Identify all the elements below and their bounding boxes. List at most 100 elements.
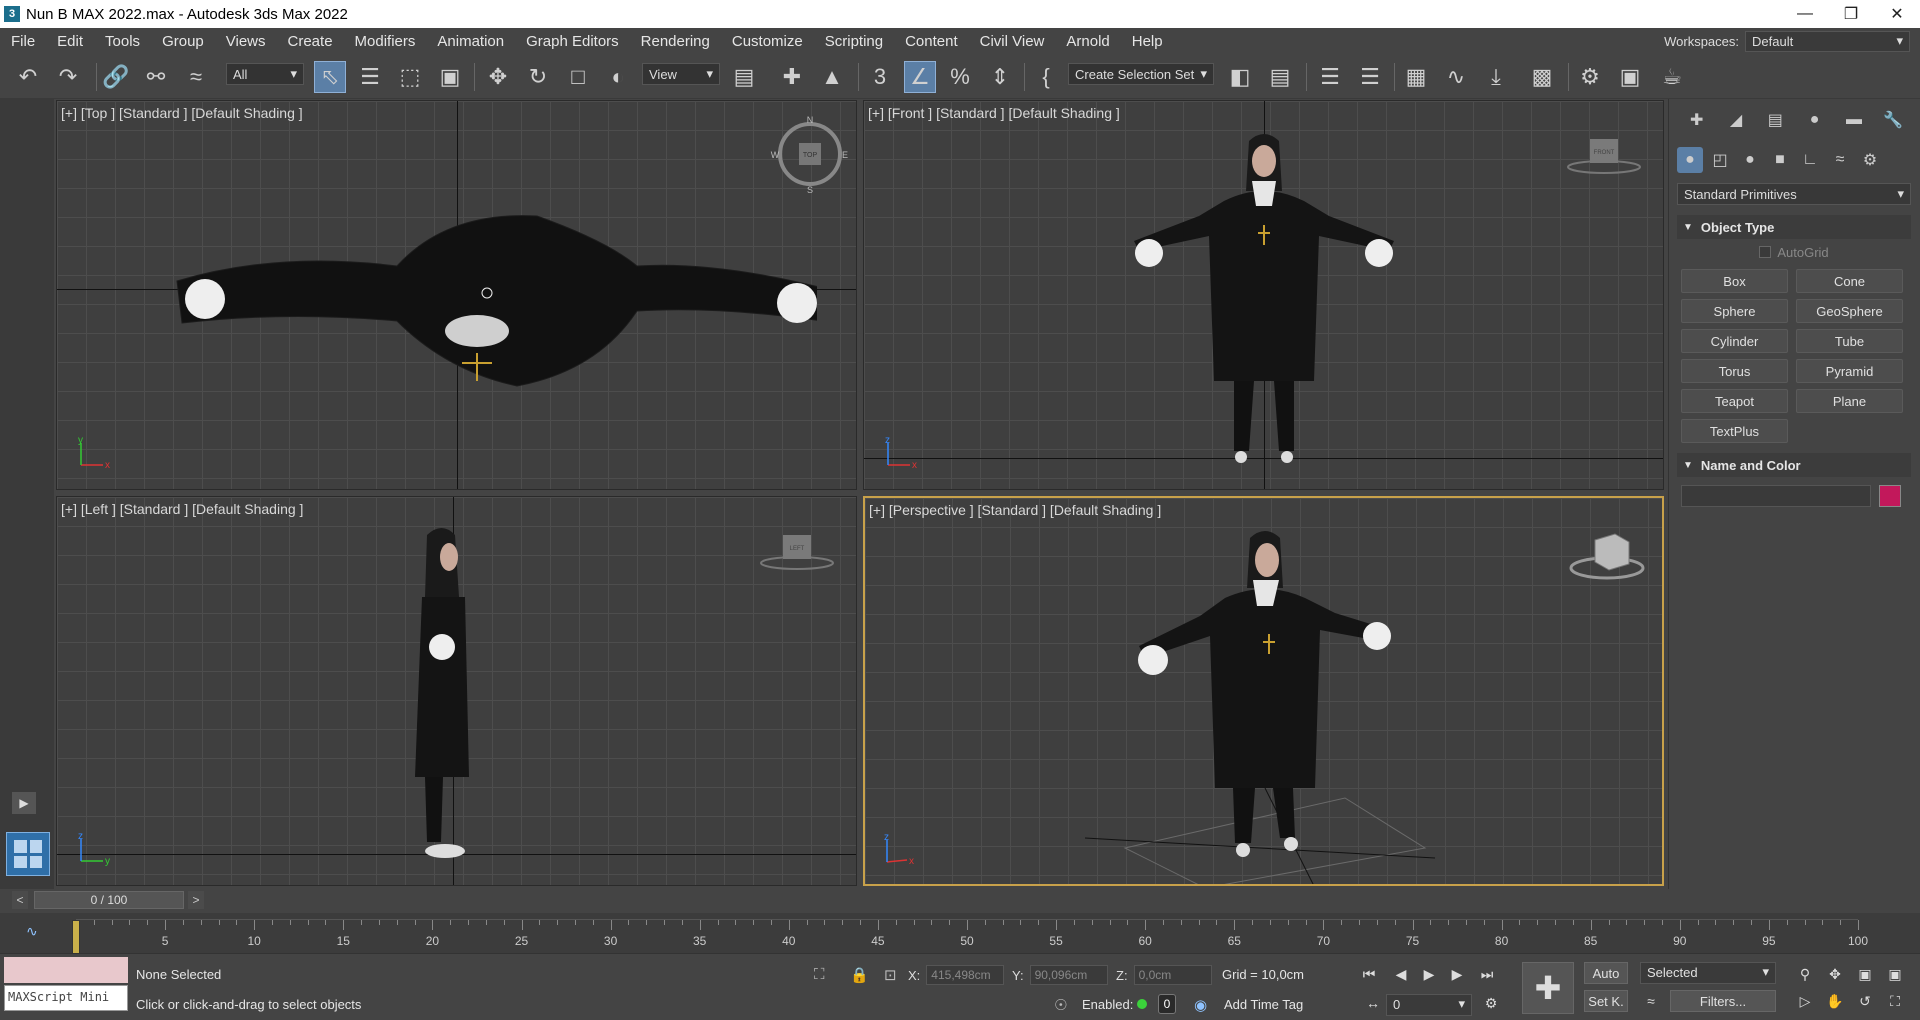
time-slider-next[interactable]: > xyxy=(188,891,204,909)
set-key-icon[interactable]: ✚ xyxy=(1522,962,1574,1014)
viewport-perspective-label[interactable]: [+] [Perspective ] [Standard ] [Default … xyxy=(869,502,1161,518)
current-frame-spinner[interactable]: 0 xyxy=(1386,994,1472,1016)
curve-editor-icon[interactable]: ∿ xyxy=(1440,61,1472,93)
viewport-top-label[interactable]: [+] [Top ] [Standard ] [Default Shading … xyxy=(61,105,303,121)
viewport-perspective[interactable]: [+] [Perspective ] [Standard ] [Default … xyxy=(863,496,1664,886)
plane-button[interactable]: Plane xyxy=(1796,389,1903,413)
place-icon[interactable]: ◐ xyxy=(602,61,634,93)
add-time-tag[interactable]: Add Time Tag xyxy=(1224,997,1303,1012)
viewport-left-label[interactable]: [+] [Left ] [Standard ] [Default Shading… xyxy=(61,501,303,517)
schematic-view-icon[interactable]: ⤓ xyxy=(1480,61,1512,93)
y-field[interactable]: 90,096cm xyxy=(1029,965,1108,985)
x-field[interactable]: 415,498cm xyxy=(926,965,1005,985)
z-field[interactable]: 0,0cm xyxy=(1133,965,1212,985)
frame-spinner-arrows-icon[interactable]: ↔ xyxy=(1362,992,1384,1014)
menu-file[interactable]: File xyxy=(0,33,46,50)
adaptive-degradation-icon[interactable]: ☉ xyxy=(1054,996,1067,1014)
menu-group[interactable]: Group xyxy=(151,33,215,50)
selection-lock-icon[interactable]: 🔒 xyxy=(850,966,869,984)
menu-rendering[interactable]: Rendering xyxy=(630,33,721,50)
menu-help[interactable]: Help xyxy=(1121,33,1174,50)
move-icon[interactable]: ✥ xyxy=(482,61,514,93)
absolute-mode-icon[interactable]: ⊡ xyxy=(884,966,897,984)
expand-layout-tab-icon[interactable]: ▶ xyxy=(12,792,36,814)
shapes-icon[interactable]: ◰ xyxy=(1707,147,1733,173)
edit-named-selection-icon[interactable]: { xyxy=(1030,61,1062,93)
mini-curve-editor-icon[interactable]: ∿ xyxy=(26,923,38,940)
menu-create[interactable]: Create xyxy=(277,33,344,50)
rotate-icon[interactable]: ↻ xyxy=(522,61,554,93)
hierarchy-tab-icon[interactable]: ▤ xyxy=(1762,107,1788,133)
set-key-button[interactable]: Set K. xyxy=(1584,990,1628,1012)
viewport-layout-icon[interactable] xyxy=(6,832,50,876)
enabled-count[interactable]: 0 xyxy=(1158,994,1176,1014)
select-object-icon[interactable]: ⬁ xyxy=(314,61,346,93)
space-warps-icon[interactable]: ≈ xyxy=(1827,147,1853,173)
key-filter-select[interactable]: Selected xyxy=(1640,962,1776,984)
menu-civil-view[interactable]: Civil View xyxy=(969,33,1056,50)
box-button[interactable]: Box xyxy=(1681,269,1788,293)
select-manipulate-icon[interactable]: ✚ xyxy=(776,61,808,93)
viewcube[interactable] xyxy=(1565,528,1655,588)
select-by-name-icon[interactable]: ☰ xyxy=(354,61,386,93)
autogrid-checkbox[interactable] xyxy=(1759,246,1772,258)
play-icon[interactable]: ▶ xyxy=(1418,963,1440,985)
torus-button[interactable]: Torus xyxy=(1681,359,1788,383)
create-tab-icon[interactable]: ✚ xyxy=(1684,107,1710,133)
time-slider-prev[interactable]: < xyxy=(12,891,28,909)
display-tab-icon[interactable]: ▬ xyxy=(1841,107,1867,133)
modify-tab-icon[interactable]: ◢ xyxy=(1723,107,1749,133)
menu-tools[interactable]: Tools xyxy=(94,33,151,50)
link-icon[interactable]: 🔗 xyxy=(100,61,132,93)
time-tag-icon[interactable]: ◉ xyxy=(1194,996,1207,1014)
zoom-all-icon[interactable]: ✥ xyxy=(1824,963,1846,985)
menu-arnold[interactable]: Arnold xyxy=(1055,33,1120,50)
geosphere-button[interactable]: GeoSphere xyxy=(1796,299,1903,323)
scene-explorer-icon[interactable]: ☰ xyxy=(1314,61,1346,93)
layer-explorer-icon[interactable]: ☰ xyxy=(1354,61,1386,93)
primitive-category-select[interactable]: Standard Primitives xyxy=(1677,183,1911,205)
viewcube[interactable]: FRONT xyxy=(1564,131,1644,181)
geometry-icon[interactable]: ● xyxy=(1677,147,1703,173)
key-filters-button[interactable]: Filters... xyxy=(1670,990,1776,1012)
viewport-left[interactable]: [+] [Left ] [Standard ] [Default Shading… xyxy=(56,496,857,886)
scale-icon[interactable]: □ xyxy=(562,61,594,93)
lights-icon[interactable]: ● xyxy=(1737,147,1763,173)
sphere-button[interactable]: Sphere xyxy=(1681,299,1788,323)
time-slider-frame[interactable]: 0 / 100 xyxy=(34,891,184,909)
viewport-front[interactable]: [+] [Front ] [Standard ] [Default Shadin… xyxy=(863,100,1664,490)
maximize-viewport-icon[interactable]: ⛶ xyxy=(1884,990,1906,1012)
default-tangent-icon[interactable]: ≈ xyxy=(1640,990,1662,1012)
previous-frame-icon[interactable]: ◀ xyxy=(1390,963,1412,985)
restore-icon[interactable]: ❐ xyxy=(1828,0,1874,28)
menu-scripting[interactable]: Scripting xyxy=(814,33,894,50)
menu-modifiers[interactable]: Modifiers xyxy=(344,33,427,50)
redo-icon[interactable]: ↷ xyxy=(52,61,84,93)
utilities-tab-icon[interactable]: 🔧 xyxy=(1880,107,1906,133)
frame-ruler[interactable]: 0510152025303540455055606570758085909510… xyxy=(72,919,1868,956)
menu-edit[interactable]: Edit xyxy=(46,33,94,50)
render-production-icon[interactable]: ☕ xyxy=(1656,61,1688,93)
workspaces-select[interactable]: Default xyxy=(1745,31,1910,52)
zoom-icon[interactable]: ⚲ xyxy=(1794,963,1816,985)
pyramid-button[interactable]: Pyramid xyxy=(1796,359,1903,383)
tube-button[interactable]: Tube xyxy=(1796,329,1903,353)
render-setup-icon[interactable]: ⚙ xyxy=(1574,61,1606,93)
menu-content[interactable]: Content xyxy=(894,33,969,50)
helpers-icon[interactable]: ∟ xyxy=(1797,147,1823,173)
pan-icon[interactable]: ✋ xyxy=(1824,990,1846,1012)
orbit-icon[interactable]: ↺ xyxy=(1854,990,1876,1012)
menu-customize[interactable]: Customize xyxy=(721,33,814,50)
object-color-swatch[interactable] xyxy=(1879,485,1901,507)
rendered-frame-window-icon[interactable]: ▣ xyxy=(1614,61,1646,93)
object-type-header[interactable]: ▼ Object Type xyxy=(1677,215,1911,239)
selection-filter-select[interactable]: All xyxy=(226,63,304,85)
percent-snap-icon[interactable]: % xyxy=(944,61,976,93)
motion-tab-icon[interactable]: ● xyxy=(1802,107,1828,133)
isolate-selection-icon[interactable]: ⛶ xyxy=(814,966,825,983)
snaps-toggle-icon[interactable]: 3 xyxy=(864,61,896,93)
systems-icon[interactable]: ⚙ xyxy=(1857,147,1883,173)
bind-space-warp-icon[interactable]: ≈ xyxy=(180,61,212,93)
viewcube[interactable]: LEFT xyxy=(757,527,837,577)
viewport-front-label[interactable]: [+] [Front ] [Standard ] [Default Shadin… xyxy=(868,105,1120,121)
